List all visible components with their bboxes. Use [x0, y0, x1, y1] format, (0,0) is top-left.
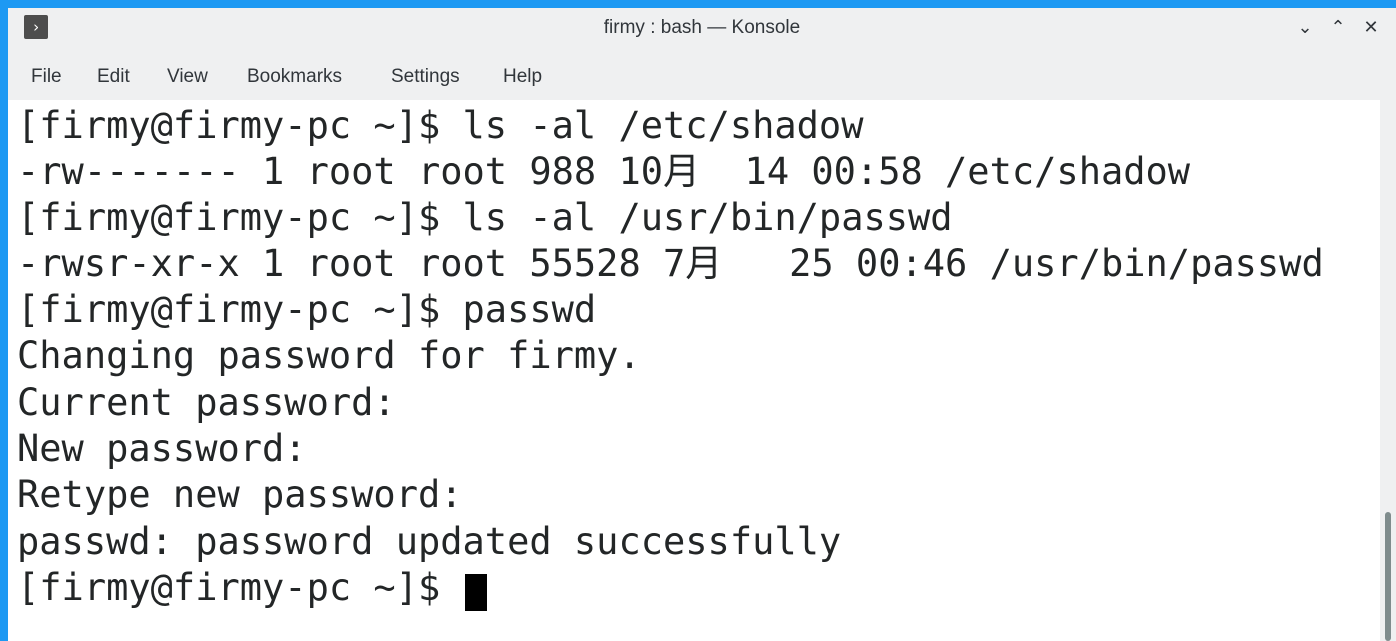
text-cursor	[465, 574, 487, 611]
terminal-line: passwd: password updated successfully	[17, 520, 842, 563]
menu-bar: File Edit View Bookmarks Settings Help	[8, 58, 1396, 96]
window-title: firmy : bash — Konsole	[603, 17, 801, 38]
terminal-line: Current password:	[17, 381, 396, 424]
terminal-output[interactable]: [firmy@firmy-pc ~]$ ls -al /etc/shadow -…	[8, 100, 1380, 641]
terminal-line: [firmy@firmy-pc ~]$ ls -al /usr/bin/pass…	[17, 196, 953, 239]
terminal-line: [firmy@firmy-pc ~]$ passwd	[17, 288, 597, 331]
konsole-window: › firmy : bash — Konsole ⌄ ⌃ ✕ File Edit…	[8, 8, 1396, 641]
terminal-prompt: [firmy@firmy-pc ~]$	[17, 566, 463, 609]
menu-edit[interactable]: Edit	[97, 58, 130, 96]
chevron-down-icon: ⌄	[1297, 17, 1313, 38]
close-button[interactable]: ✕	[1358, 15, 1384, 41]
terminal-line: Retype new password:	[17, 473, 463, 516]
vertical-scrollbar[interactable]	[1380, 100, 1396, 641]
chevron-up-icon: ⌃	[1330, 17, 1346, 38]
menu-bookmarks[interactable]: Bookmarks	[247, 58, 342, 96]
maximize-button[interactable]: ⌃	[1325, 15, 1351, 41]
terminal-line: [firmy@firmy-pc ~]$ ls -al /etc/shadow	[17, 104, 864, 147]
title-bar[interactable]: › firmy : bash — Konsole ⌄ ⌃ ✕	[8, 8, 1396, 48]
menu-file[interactable]: File	[31, 58, 62, 96]
terminal-line: Changing password for firmy.	[17, 334, 641, 377]
terminal-line: -rw------- 1 root root 988 10月 14 00:58 …	[17, 150, 1191, 193]
menu-help[interactable]: Help	[503, 58, 542, 96]
terminal-line: -rwsr-xr-x 1 root root 55528 7月 25 00:46…	[17, 242, 1324, 285]
menu-view[interactable]: View	[167, 58, 208, 96]
scrollbar-thumb[interactable]	[1385, 512, 1391, 641]
close-icon: ✕	[1363, 17, 1379, 38]
terminal-line: New password:	[17, 427, 307, 470]
minimize-button[interactable]: ⌄	[1292, 15, 1318, 41]
menu-settings[interactable]: Settings	[391, 58, 460, 96]
